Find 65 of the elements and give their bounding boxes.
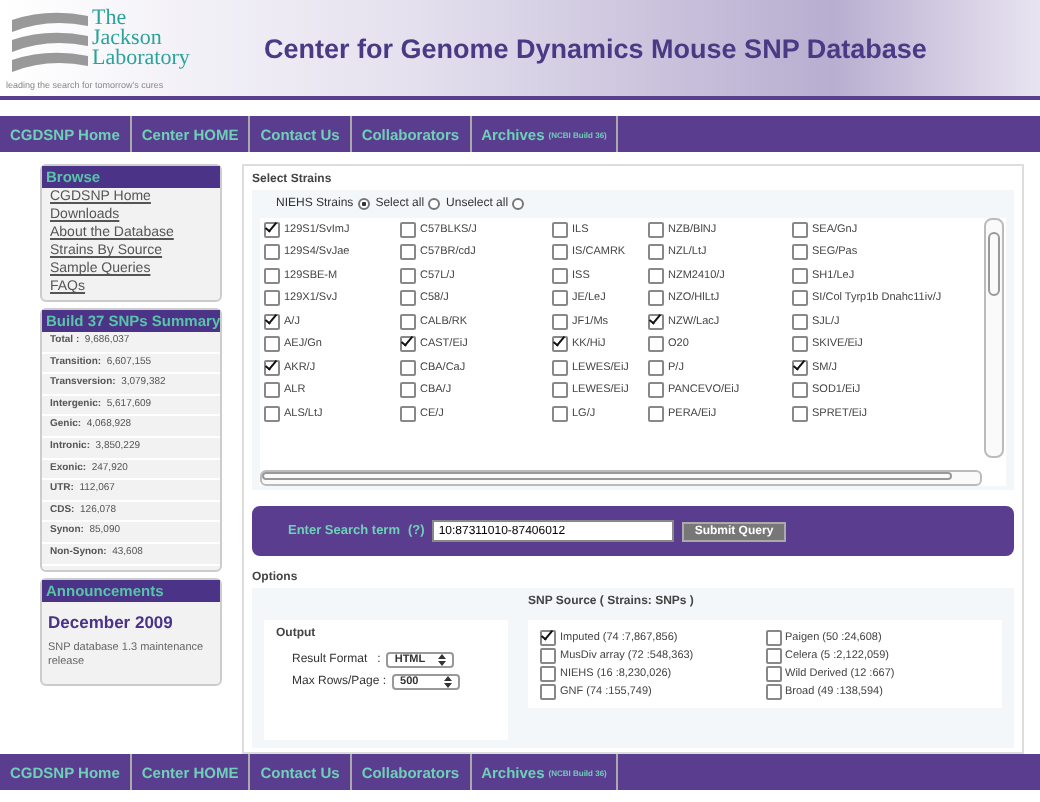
checkbox[interactable] (552, 267, 568, 284)
checkbox[interactable] (765, 683, 781, 699)
checkbox[interactable] (540, 665, 556, 681)
checkbox[interactable] (540, 629, 556, 645)
checkbox[interactable] (400, 382, 416, 399)
checkbox[interactable] (400, 244, 416, 261)
checkbox[interactable] (264, 405, 280, 422)
checkbox[interactable] (264, 290, 280, 307)
checkbox[interactable] (765, 629, 781, 645)
checkbox[interactable] (792, 405, 808, 422)
up-down-arrows-icon (438, 654, 447, 666)
checkbox[interactable] (264, 221, 280, 238)
site-title: Center for Genome Dynamics Mouse SNP Database (264, 33, 927, 63)
radio-button[interactable] (357, 198, 370, 210)
checkbox[interactable] (792, 359, 808, 376)
checkbox[interactable] (264, 336, 280, 353)
checkbox[interactable] (648, 221, 664, 238)
checkbox[interactable] (648, 359, 664, 376)
checkbox[interactable] (400, 313, 416, 330)
horizontal-scrollbar[interactable] (260, 470, 982, 486)
vertical-scrollbar[interactable] (984, 218, 1004, 458)
checkbox[interactable] (400, 290, 416, 307)
logo-text: The (92, 8, 127, 28)
checkbox[interactable] (552, 405, 568, 422)
checkbox[interactable] (552, 221, 568, 238)
checkbox[interactable] (648, 244, 664, 261)
checkbox[interactable] (264, 359, 280, 376)
checkbox[interactable] (792, 336, 808, 353)
checkbox[interactable] (648, 313, 664, 330)
checkbox[interactable] (648, 336, 664, 353)
checkbox[interactable] (552, 290, 568, 307)
checkbox[interactable] (765, 647, 781, 663)
radio-button[interactable] (512, 198, 525, 210)
checkbox[interactable] (540, 647, 556, 663)
checkbox[interactable] (540, 683, 556, 699)
checkbox[interactable] (648, 290, 664, 307)
checkbox[interactable] (264, 382, 280, 399)
checkbox[interactable] (792, 267, 808, 284)
checkbox[interactable] (552, 313, 568, 330)
radio-button[interactable] (428, 198, 441, 210)
checkbox[interactable] (792, 244, 808, 261)
checkbox[interactable] (400, 221, 416, 238)
logo-text: Laboratory (92, 48, 190, 68)
checkbox[interactable] (400, 359, 416, 376)
checkbox[interactable] (792, 221, 808, 238)
checkbox[interactable] (552, 244, 568, 261)
checkbox[interactable] (400, 336, 416, 353)
checkbox[interactable] (648, 267, 664, 284)
checkbox[interactable] (648, 405, 664, 422)
checkbox[interactable] (552, 336, 568, 353)
checkbox[interactable] (792, 313, 808, 330)
checkbox[interactable] (400, 267, 416, 284)
checkbox[interactable] (264, 313, 280, 330)
checkbox[interactable] (264, 244, 280, 261)
up-down-arrows-icon (444, 676, 453, 688)
logo-text: Jackson (92, 28, 162, 48)
checkbox[interactable] (552, 359, 568, 376)
checkbox[interactable] (400, 405, 416, 422)
checkbox[interactable] (552, 382, 568, 399)
checkbox[interactable] (792, 290, 808, 307)
announcement-date: December 2009 (46, 609, 175, 636)
checkbox[interactable] (792, 382, 808, 399)
checkbox[interactable] (648, 382, 664, 399)
checkbox[interactable] (765, 665, 781, 681)
checkbox[interactable] (264, 267, 280, 284)
